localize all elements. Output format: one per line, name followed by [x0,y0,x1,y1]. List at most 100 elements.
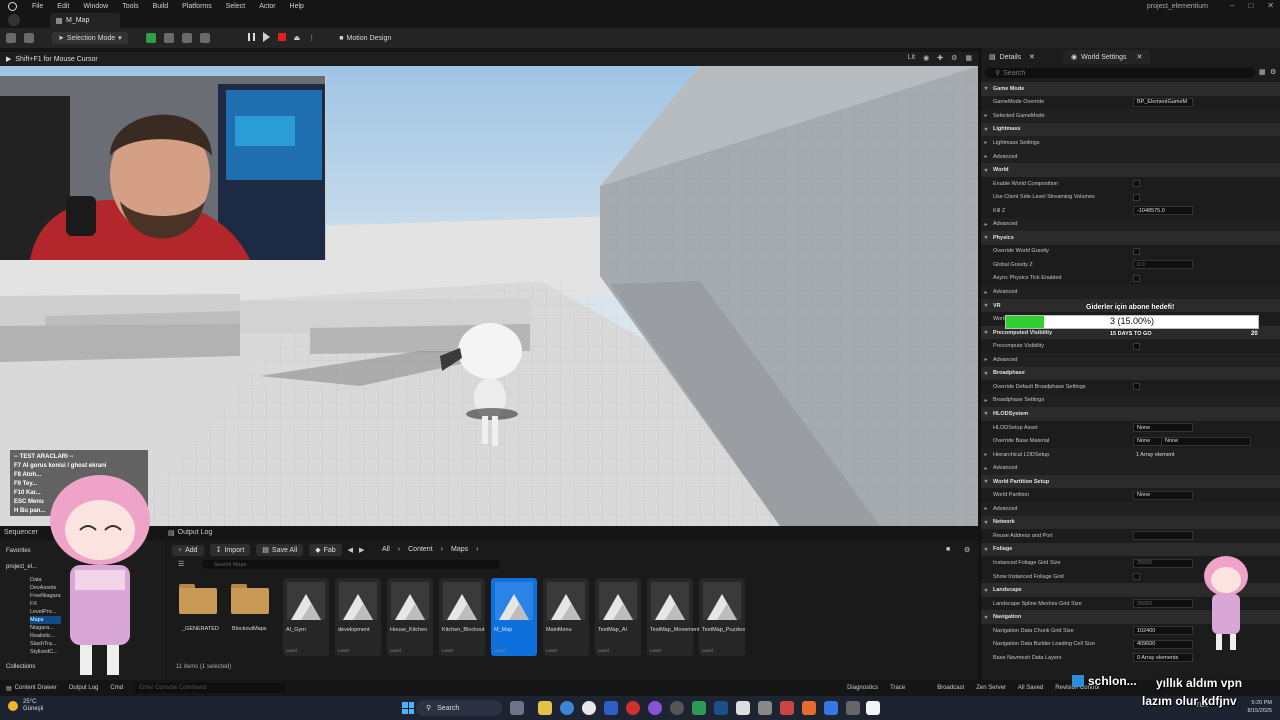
folder-blockoutmaps[interactable] [231,582,271,614]
play-button[interactable] [262,32,270,44]
steam-icon[interactable] [714,701,728,715]
layout-icon[interactable]: ▦ [965,54,972,62]
tab-level[interactable]: M_Map [50,13,120,28]
menu-select[interactable]: Select [226,3,245,10]
asset-tile[interactable]: MainMenu Level [543,578,589,656]
taskbar-app-icon[interactable] [802,701,816,715]
property-category[interactable]: ▾ Physics [981,231,1280,245]
property-row[interactable]: Override World Gravity [981,245,1280,259]
property-value[interactable]: 25600 [1133,599,1193,609]
history-back-icon[interactable]: ◀ [348,546,353,554]
property-category[interactable]: ▾ World [981,163,1280,177]
menu-help[interactable]: Help [290,3,304,10]
property-row[interactable]: Enable World Composition [981,177,1280,191]
close-icon[interactable]: ✕ [1267,1,1274,10]
property-category[interactable]: ▾ Broadphase [981,366,1280,381]
epic-icon[interactable] [736,701,750,715]
output-log-button[interactable]: Output Log [69,685,99,691]
discord-icon[interactable] [648,701,662,715]
obs-icon[interactable] [670,701,684,715]
system-clock[interactable]: 5:20 PM 8/15/2025 [1248,699,1272,715]
add-actor-icon[interactable] [145,33,156,43]
zen-server-button[interactable]: Zen Server [976,685,1006,691]
property-value[interactable]: 0 Array elements [1133,653,1193,663]
property-row[interactable]: ▸ Selected GameMode [981,109,1280,123]
property-category[interactable]: ▾ Game Mode [981,82,1280,96]
menu-actor[interactable]: Actor [259,3,275,10]
pause-button[interactable] [247,33,255,43]
taskbar-app-icon[interactable] [780,701,794,715]
property-checkbox[interactable] [1133,342,1140,350]
tab-details[interactable]: ▤ Details ✕ [981,50,1043,64]
property-row[interactable]: Use Client Side Level Streaming Volumes [981,190,1280,204]
property-value[interactable]: 1 Array element [1133,450,1193,459]
menu-file[interactable]: File [32,3,43,10]
menu-platforms[interactable]: Platforms [182,3,212,10]
details-search-input[interactable]: ⚲ Search [985,68,1255,78]
taskbar-app-icon[interactable] [510,701,524,715]
asset-tile[interactable]: House_Kitchen Level [387,578,433,656]
property-value[interactable]: None [1133,490,1193,500]
property-value[interactable] [1133,531,1193,541]
property-row[interactable]: ▸ Lightmass Settings [981,136,1280,150]
opera-icon[interactable] [626,701,640,715]
property-value[interactable]: -1048575.0 [1133,206,1193,216]
property-row[interactable]: Base Navmesh Data Layers 0 Array elements [981,651,1280,665]
lit-mode-button[interactable]: Lit [908,54,915,62]
property-checkbox[interactable] [1133,247,1140,255]
asset-tile[interactable]: AI_Gym Level [283,578,329,656]
property-row[interactable]: HLODSetup Asset None [981,421,1280,435]
property-row[interactable]: Precompute Visibility [981,339,1280,353]
console-command-input[interactable]: Enter Console Command [135,683,286,693]
minimize-icon[interactable]: – [1230,1,1234,10]
property-checkbox[interactable] [1133,274,1140,282]
eject-icon[interactable]: ⏏ [294,34,301,42]
settings-icon[interactable]: ⚙ [964,546,970,554]
settings-icon[interactable] [758,701,772,715]
property-value[interactable]: 25600 [1133,558,1193,568]
property-row[interactable]: ▸ Advanced [981,149,1280,164]
breadcrumb-item[interactable]: Content [408,546,433,553]
tab-sequencer[interactable]: Sequencer [4,529,38,536]
property-value[interactable]: None [1133,423,1193,432]
property-value[interactable]: BP_ElementGameM [1133,97,1193,107]
more-icon[interactable]: ⋮ [308,34,315,42]
property-category[interactable]: ▾ Network [981,515,1280,530]
property-value[interactable]: 409600 [1133,639,1193,649]
property-row[interactable]: GameMode Override BP_ElementGameM [981,96,1280,110]
property-row[interactable]: ▸ Advanced [981,353,1280,367]
property-checkbox[interactable] [1133,193,1140,201]
asset-tile[interactable]: development Level [335,578,381,656]
browse-icon[interactable] [24,33,34,43]
asset-tile[interactable]: TestMap_Movement Level [647,578,700,656]
diagnostics-button[interactable]: Diagnostics [847,685,878,691]
property-category[interactable]: ▾ World Partition Setup [981,474,1280,489]
collections-header[interactable]: Collections [6,664,35,670]
property-row[interactable]: ▸ Advanced [981,502,1280,516]
property-row[interactable]: ▸ Broadphase Settings [981,393,1280,408]
project-root[interactable]: project_el... [6,564,37,570]
show-icon[interactable]: ◉ [923,54,929,62]
import-button[interactable]: ↧ Import [209,544,251,556]
weather-widget[interactable]: 25°C Güneşli [8,699,43,713]
breadcrumb-item[interactable]: Maps [451,546,468,553]
motion-design-button[interactable]: ■ Motion Design [333,33,397,44]
home-icon[interactable] [8,14,20,26]
property-row[interactable]: Kill Z -1048575.0 [981,204,1280,218]
file-explorer-icon[interactable] [538,701,552,715]
property-category[interactable]: ▾ HLODSystem [981,407,1280,421]
asset-tile[interactable]: M_Map Level [491,578,537,656]
blueprint-icon[interactable] [163,33,174,43]
folder-generated[interactable] [179,582,219,614]
taskbar-search[interactable]: ⚲ Search [416,700,502,716]
vscode-icon[interactable] [824,701,838,715]
close-icon[interactable]: ✕ [1137,53,1143,61]
history-forward-icon[interactable]: ▶ [359,546,364,554]
content-drawer-button[interactable]: ▤ Content Drawer [6,685,57,692]
breadcrumb-item[interactable]: All [382,546,390,553]
asset-tile[interactable]: TestMap_Puzzles Level [699,578,745,656]
property-row[interactable]: Async Physics Tick Enabled [981,272,1280,286]
property-checkbox[interactable] [1133,573,1140,581]
property-row[interactable]: ▸ Advanced [981,217,1280,231]
transform-icon[interactable]: ✚ [937,54,943,62]
